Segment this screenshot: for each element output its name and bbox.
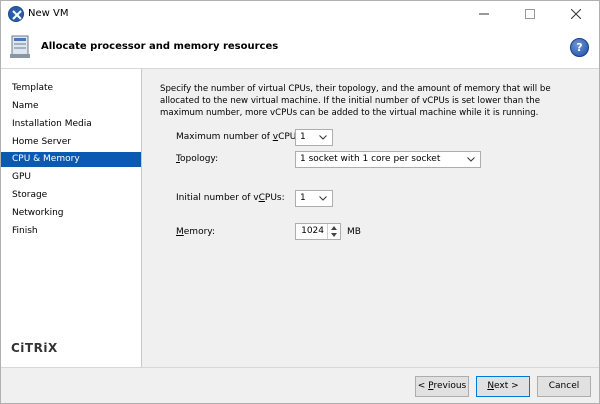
citrix-logo: CiTRiX xyxy=(11,341,58,355)
minimize-icon xyxy=(479,13,489,15)
sidebar-item-networking[interactable]: Networking xyxy=(1,206,141,221)
close-icon xyxy=(571,9,581,19)
close-button[interactable] xyxy=(553,1,599,27)
chevron-down-icon xyxy=(464,152,478,167)
minimize-button[interactable] xyxy=(461,1,507,27)
new-vm-window: New VM Allocate processor and memory res… xyxy=(0,0,600,404)
topology-label: Topology: xyxy=(176,154,219,164)
max-vcpus-value: 1 xyxy=(300,132,306,142)
xencenter-icon xyxy=(8,6,24,22)
chevron-down-icon xyxy=(316,191,330,206)
sidebar-item-installation-media[interactable]: Installation Media xyxy=(1,117,141,132)
sidebar-item-home-server[interactable]: Home Server xyxy=(1,135,141,150)
topology-dropdown[interactable]: 1 socket with 1 core per socket xyxy=(295,151,481,168)
initial-vcpus-value: 1 xyxy=(300,193,306,203)
help-icon[interactable]: ? xyxy=(570,38,589,57)
window-title: New VM xyxy=(28,8,69,19)
sidebar-item-gpu[interactable]: GPU xyxy=(1,170,141,185)
sidebar-item-storage[interactable]: Storage xyxy=(1,188,141,203)
memory-unit: MB xyxy=(347,227,361,237)
previous-button[interactable]: < Previous xyxy=(415,376,469,397)
cpu-memory-panel: Specify the number of virtual CPUs, thei… xyxy=(142,69,599,367)
max-vcpus-dropdown[interactable]: 1 xyxy=(295,129,333,146)
stepper-up-icon[interactable] xyxy=(328,224,340,231)
sidebar-item-name[interactable]: Name xyxy=(1,99,141,114)
stepper-down-icon[interactable] xyxy=(328,231,340,238)
title-bar: New VM xyxy=(1,1,599,27)
wizard-steps-sidebar: Template Name Installation Media Home Se… xyxy=(1,69,142,367)
topology-value: 1 socket with 1 core per socket xyxy=(300,154,441,164)
page-title: Allocate processor and memory resources xyxy=(41,41,279,52)
next-button[interactable]: Next > xyxy=(476,376,530,397)
initial-vcpus-label: Initial number of vCPUs: xyxy=(176,193,285,203)
memory-value: 1024 xyxy=(301,226,324,236)
wizard-header: Allocate processor and memory resources … xyxy=(1,27,599,69)
sidebar-item-template[interactable]: Template xyxy=(1,81,141,96)
maximize-icon xyxy=(525,9,535,19)
memory-stepper[interactable]: 1024 xyxy=(295,223,341,240)
step-description: Specify the number of virtual CPUs, thei… xyxy=(160,84,551,118)
memory-label: Memory: xyxy=(176,227,215,237)
cancel-button[interactable]: Cancel xyxy=(537,376,591,397)
chevron-down-icon xyxy=(316,130,330,145)
memory-stepper-buttons xyxy=(327,224,340,239)
wizard-footer: < Previous Next > Cancel xyxy=(1,367,599,403)
max-vcpus-label: Maximum number of vCPUs: xyxy=(176,132,305,142)
sidebar-item-finish[interactable]: Finish xyxy=(1,224,141,239)
initial-vcpus-dropdown[interactable]: 1 xyxy=(295,190,333,207)
sidebar-item-cpu-memory[interactable]: CPU & Memory xyxy=(1,152,141,167)
vm-server-icon xyxy=(9,35,31,59)
maximize-button[interactable] xyxy=(507,1,553,27)
